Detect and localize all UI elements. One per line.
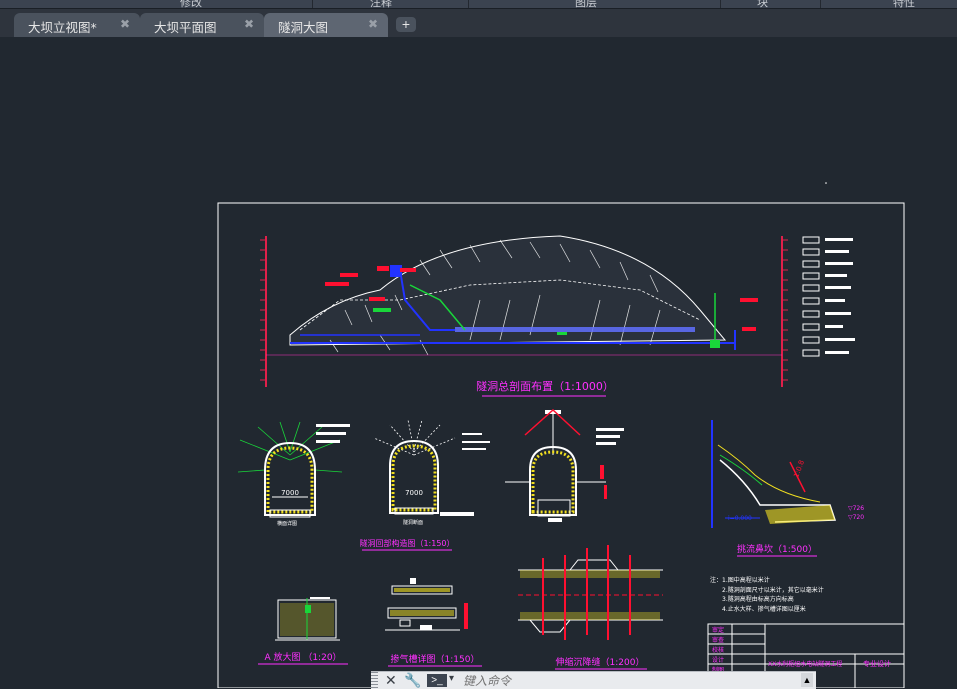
detail-a-enlargement: [275, 597, 340, 641]
command-input[interactable]: [463, 673, 763, 688]
sub-label: 隧洞断面: [403, 519, 423, 526]
dimension-label: 7000: [281, 489, 299, 497]
command-prompt-icon[interactable]: >_: [427, 674, 447, 687]
expansion-joint-detail: [518, 545, 663, 640]
sub-label: 横面详图: [277, 520, 297, 527]
elevation-ruler-left: [260, 236, 267, 387]
svg-text:设计: 设计: [712, 656, 724, 664]
general-notes: 注：1.图中高程以米计 2.隧洞剖面尺寸以米计，其它以毫米计 3.隧洞高程由标高…: [710, 576, 824, 613]
svg-text:2.隧洞剖面尺寸以米计，其它以毫米计: 2.隧洞剖面尺寸以米计，其它以毫米计: [722, 586, 824, 594]
svg-text:3.隧洞高程由标高方向标高: 3.隧洞高程由标高方向标高: [722, 595, 794, 603]
svg-text:注：1.图中高程以米计: 注：1.图中高程以米计: [710, 576, 770, 584]
slope-label: 1:0.8: [792, 459, 806, 479]
svg-text:4.止水大样、掺气槽详图以厘米: 4.止水大样、掺气槽详图以厘米: [722, 605, 806, 613]
stray-point: [825, 182, 827, 184]
tunnel-cross-section-c: [505, 408, 624, 522]
main-section-title: 隧洞总剖面布置（1:1000）: [476, 379, 614, 393]
wrench-icon[interactable]: 🔧: [404, 672, 421, 689]
titleblock-stage: 专业设计: [863, 659, 891, 668]
aeration-slot-detail: [385, 578, 468, 631]
scroll-up-icon[interactable]: ▲: [801, 673, 813, 687]
gradient-label: i=0.000: [728, 515, 752, 522]
close-icon[interactable]: ✕: [385, 672, 397, 689]
dimension-label: 7000: [405, 489, 423, 497]
flip-bucket-detail: 1:0.8 i=0.000 ▽726 ▽720: [711, 420, 864, 528]
elevation-label: ▽726: [848, 505, 864, 512]
chevron-down-icon[interactable]: ▾: [449, 673, 454, 684]
command-line: ✕ 🔧 >_ ▾ ▲: [371, 671, 816, 689]
elevation-ruler-right: [781, 236, 788, 387]
svg-text:校核: 校核: [712, 646, 724, 654]
elevation-label: ▽720: [848, 514, 864, 521]
legend-block: [802, 236, 855, 357]
tunnel-cross-section-a: 7000 横面详图: [237, 421, 350, 527]
titleblock-project: XX水利枢纽水电站隧洞工程: [768, 660, 842, 668]
svg-text:审查: 审查: [712, 636, 724, 644]
cad-drawing: 隧洞总剖面布置（1:1000） 7000 横面详图 7000 隧洞断面 隧洞回部…: [217, 182, 905, 688]
svg-text:审定: 审定: [712, 626, 724, 634]
section-title: 隧洞回部构造图（1:150）: [359, 538, 454, 548]
vent-title: 掺气槽详图（1:150）: [391, 653, 480, 665]
enlarge-title: A 放大图 （1:20）: [264, 651, 341, 663]
tunnel-longitudinal-section: [266, 235, 782, 356]
tunnel-cross-section-b: 7000 隧洞断面: [373, 419, 490, 526]
drag-handle[interactable]: [371, 672, 378, 689]
joint-title: 伸缩沉降缝（1:200）: [556, 656, 645, 668]
flip-bucket-title: 挑流鼻坎（1:500）: [737, 543, 817, 555]
